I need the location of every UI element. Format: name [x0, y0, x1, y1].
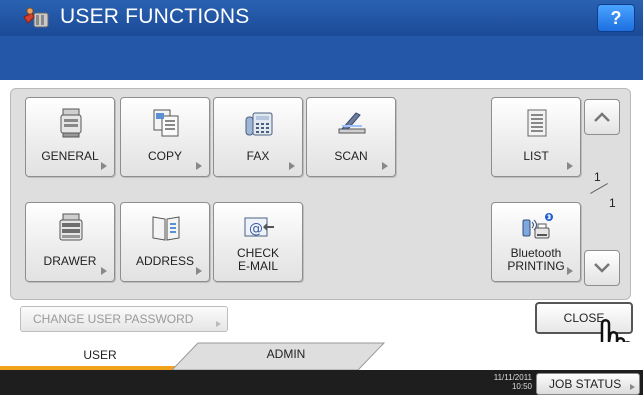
chevron-right-icon	[382, 162, 388, 170]
svg-text:@: @	[249, 221, 263, 237]
scan-button[interactable]: SCAN	[306, 97, 396, 177]
tab-admin[interactable]: ADMIN	[172, 342, 388, 370]
scan-icon	[338, 112, 366, 134]
copy-icon	[153, 109, 179, 137]
address-button[interactable]: ADDRESS	[120, 202, 210, 282]
scroll-up-button[interactable]	[584, 99, 620, 135]
job-status-label: JOB STATUS	[549, 377, 622, 391]
change-user-password-label: CHANGE USER PASSWORD	[33, 312, 194, 326]
chevron-right-icon	[567, 162, 573, 170]
fax-icon	[245, 112, 273, 136]
drawer-icon	[59, 213, 83, 241]
divider	[0, 80, 643, 88]
sub-header-bar	[0, 36, 643, 80]
chevron-right-icon	[630, 384, 635, 390]
time-label: 10:50	[511, 382, 532, 391]
chevron-up-icon	[594, 112, 610, 122]
chevron-right-icon	[196, 267, 202, 275]
list-button[interactable]: LIST	[491, 97, 581, 177]
check-email-button[interactable]: @ CHECK E-MAIL	[213, 202, 303, 282]
job-status-button[interactable]: JOB STATUS	[536, 373, 640, 395]
fax-button[interactable]: FAX	[213, 97, 303, 177]
chevron-down-icon	[594, 263, 610, 273]
bluetooth-printing-button[interactable]: Bluetooth PRINTING	[491, 202, 581, 282]
scroll-down-button[interactable]	[584, 250, 620, 286]
tab-user[interactable]: USER	[0, 342, 200, 370]
chevron-right-icon	[101, 162, 107, 170]
drawer-button[interactable]: DRAWER	[25, 202, 115, 282]
date-label: 11/11/2011	[493, 373, 532, 382]
email-icon: @	[244, 217, 274, 237]
bluetooth-printer-icon	[522, 213, 553, 239]
copy-button[interactable]: COPY	[120, 97, 210, 177]
date-time: 11/11/2011 10:50	[488, 373, 532, 391]
chevron-right-icon	[216, 321, 221, 327]
chevron-right-icon	[289, 162, 295, 170]
title-bar: USER FUNCTIONS ?	[0, 0, 643, 36]
address-book-icon	[152, 216, 180, 241]
user-functions-icon	[23, 7, 49, 28]
help-button[interactable]: ?	[597, 4, 635, 32]
chevron-right-icon	[101, 267, 107, 275]
page-total: 1	[609, 196, 616, 210]
general-button[interactable]: GENERAL	[25, 97, 115, 177]
screen: USER FUNCTIONS ? GENERAL COPY FAX SCAN L…	[0, 0, 643, 395]
change-user-password-button[interactable]: CHANGE USER PASSWORD	[20, 306, 228, 332]
check-email-label: CHECK E-MAIL	[236, 246, 279, 273]
page-current: 1	[594, 170, 601, 184]
tab-admin-label: ADMIN	[266, 347, 306, 361]
page-title: USER FUNCTIONS	[60, 5, 250, 28]
list-icon	[527, 109, 547, 137]
general-icon	[60, 108, 82, 138]
chevron-right-icon	[196, 162, 202, 170]
chevron-right-icon	[567, 267, 573, 275]
